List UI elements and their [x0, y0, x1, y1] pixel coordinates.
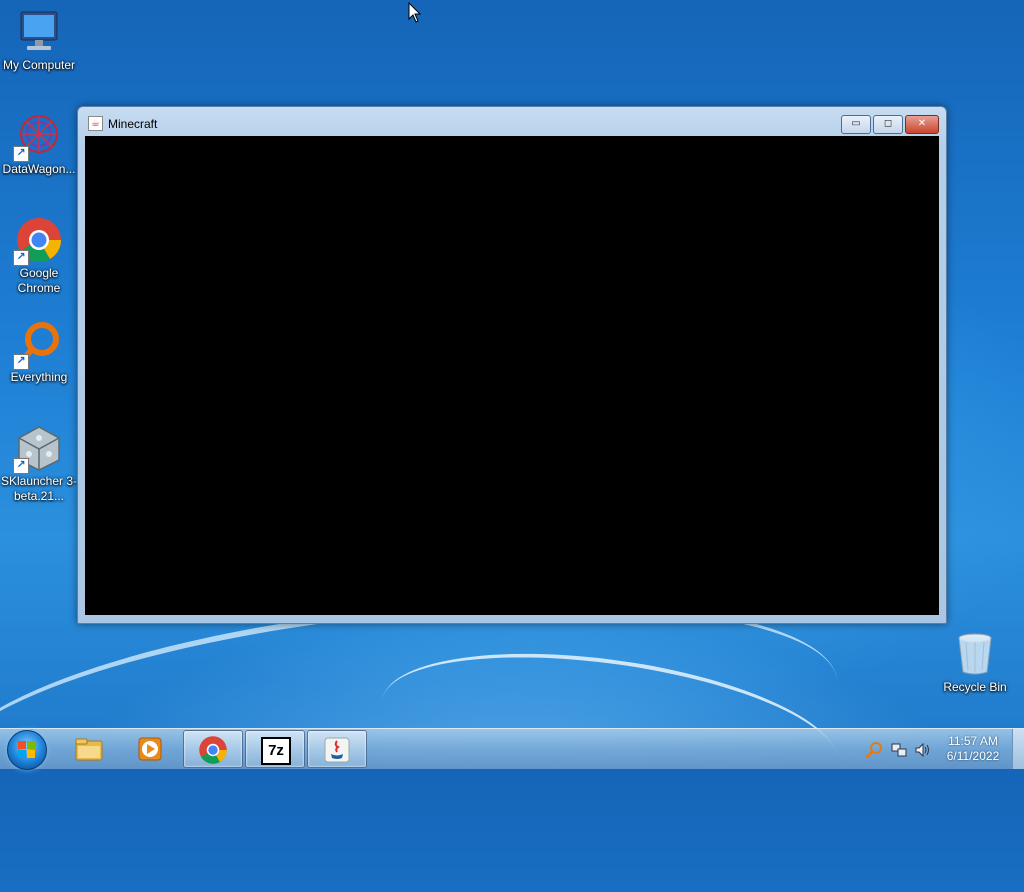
desktop-icon-google-chrome[interactable]: ↗ Google Chrome: [0, 216, 78, 296]
desktop-icon-label: Recycle Bin: [943, 680, 1007, 694]
java-icon: ☕: [88, 116, 103, 131]
media-player-icon: [135, 734, 165, 764]
clock-date: 6/11/2022: [946, 749, 1000, 763]
desktop-icon-label: DataWagon...: [2, 162, 76, 176]
network-icon[interactable]: [890, 741, 908, 759]
system-clock[interactable]: 11:57 AM 6/11/2022: [938, 734, 1008, 764]
shortcut-arrow-icon: ↗: [13, 458, 29, 474]
volume-icon[interactable]: [914, 741, 932, 759]
shortcut-arrow-icon: ↗: [13, 146, 29, 162]
desktop-icon-my-computer[interactable]: My Computer: [0, 8, 78, 73]
taskbar-item-media-player[interactable]: [121, 730, 179, 766]
mouse-cursor-icon: [408, 2, 422, 23]
shortcut-arrow-icon: ↗: [13, 354, 29, 370]
close-button[interactable]: ✕: [905, 115, 939, 134]
chrome-icon: ↗: [13, 216, 63, 266]
taskbar-item-7zip[interactable]: 7z: [245, 730, 305, 768]
java-icon: [322, 735, 352, 765]
taskbar-item-explorer[interactable]: [60, 730, 118, 766]
desktop-icon-label: Everything: [10, 370, 68, 384]
search-icon[interactable]: [865, 741, 883, 759]
shortcut-arrow-icon: ↗: [13, 250, 29, 266]
clock-time: 11:57 AM: [948, 734, 998, 748]
minecraft-window[interactable]: ☕ Minecraft ▭ ◻ ✕: [77, 106, 947, 624]
desktop-icon-label: Google Chrome: [17, 266, 61, 295]
datawagon-icon: ↗: [13, 112, 63, 162]
taskbar: 7z 11:57 AM 6/11/2022: [0, 728, 1024, 770]
maximize-button[interactable]: ◻: [873, 115, 903, 134]
sklauncher-cube-icon: ↗: [13, 424, 63, 474]
computer-icon: [15, 8, 63, 56]
chrome-icon: [198, 735, 228, 765]
windows-logo-icon: [18, 741, 36, 759]
minimize-button[interactable]: ▭: [841, 115, 871, 134]
desktop-icon-label: My Computer: [2, 58, 76, 72]
window-client-area[interactable]: [85, 136, 939, 615]
window-titlebar[interactable]: ☕ Minecraft ▭ ◻ ✕: [78, 107, 946, 135]
everything-search-icon: ↗: [13, 320, 63, 370]
taskbar-item-chrome[interactable]: [183, 730, 243, 768]
desktop-icon-everything[interactable]: ↗ Everything: [0, 320, 78, 385]
recycle-bin-icon: [951, 630, 999, 678]
folder-icon: [74, 734, 104, 764]
7zip-icon: 7z: [261, 737, 291, 765]
desktop-icon-sklauncher[interactable]: ↗ SKlauncher 3-beta.21...: [0, 424, 78, 504]
taskbar-item-java[interactable]: [307, 730, 367, 768]
window-title: Minecraft: [108, 117, 158, 131]
show-desktop-button[interactable]: [1012, 729, 1024, 769]
desktop-icon-datawagon[interactable]: ↗ DataWagon...: [0, 112, 78, 177]
7zip-label: 7z: [268, 742, 284, 759]
start-button[interactable]: [7, 730, 47, 770]
desktop-icon-label: SKlauncher 3-beta.21...: [0, 474, 78, 503]
desktop-icon-recycle-bin[interactable]: Recycle Bin: [936, 630, 1014, 695]
